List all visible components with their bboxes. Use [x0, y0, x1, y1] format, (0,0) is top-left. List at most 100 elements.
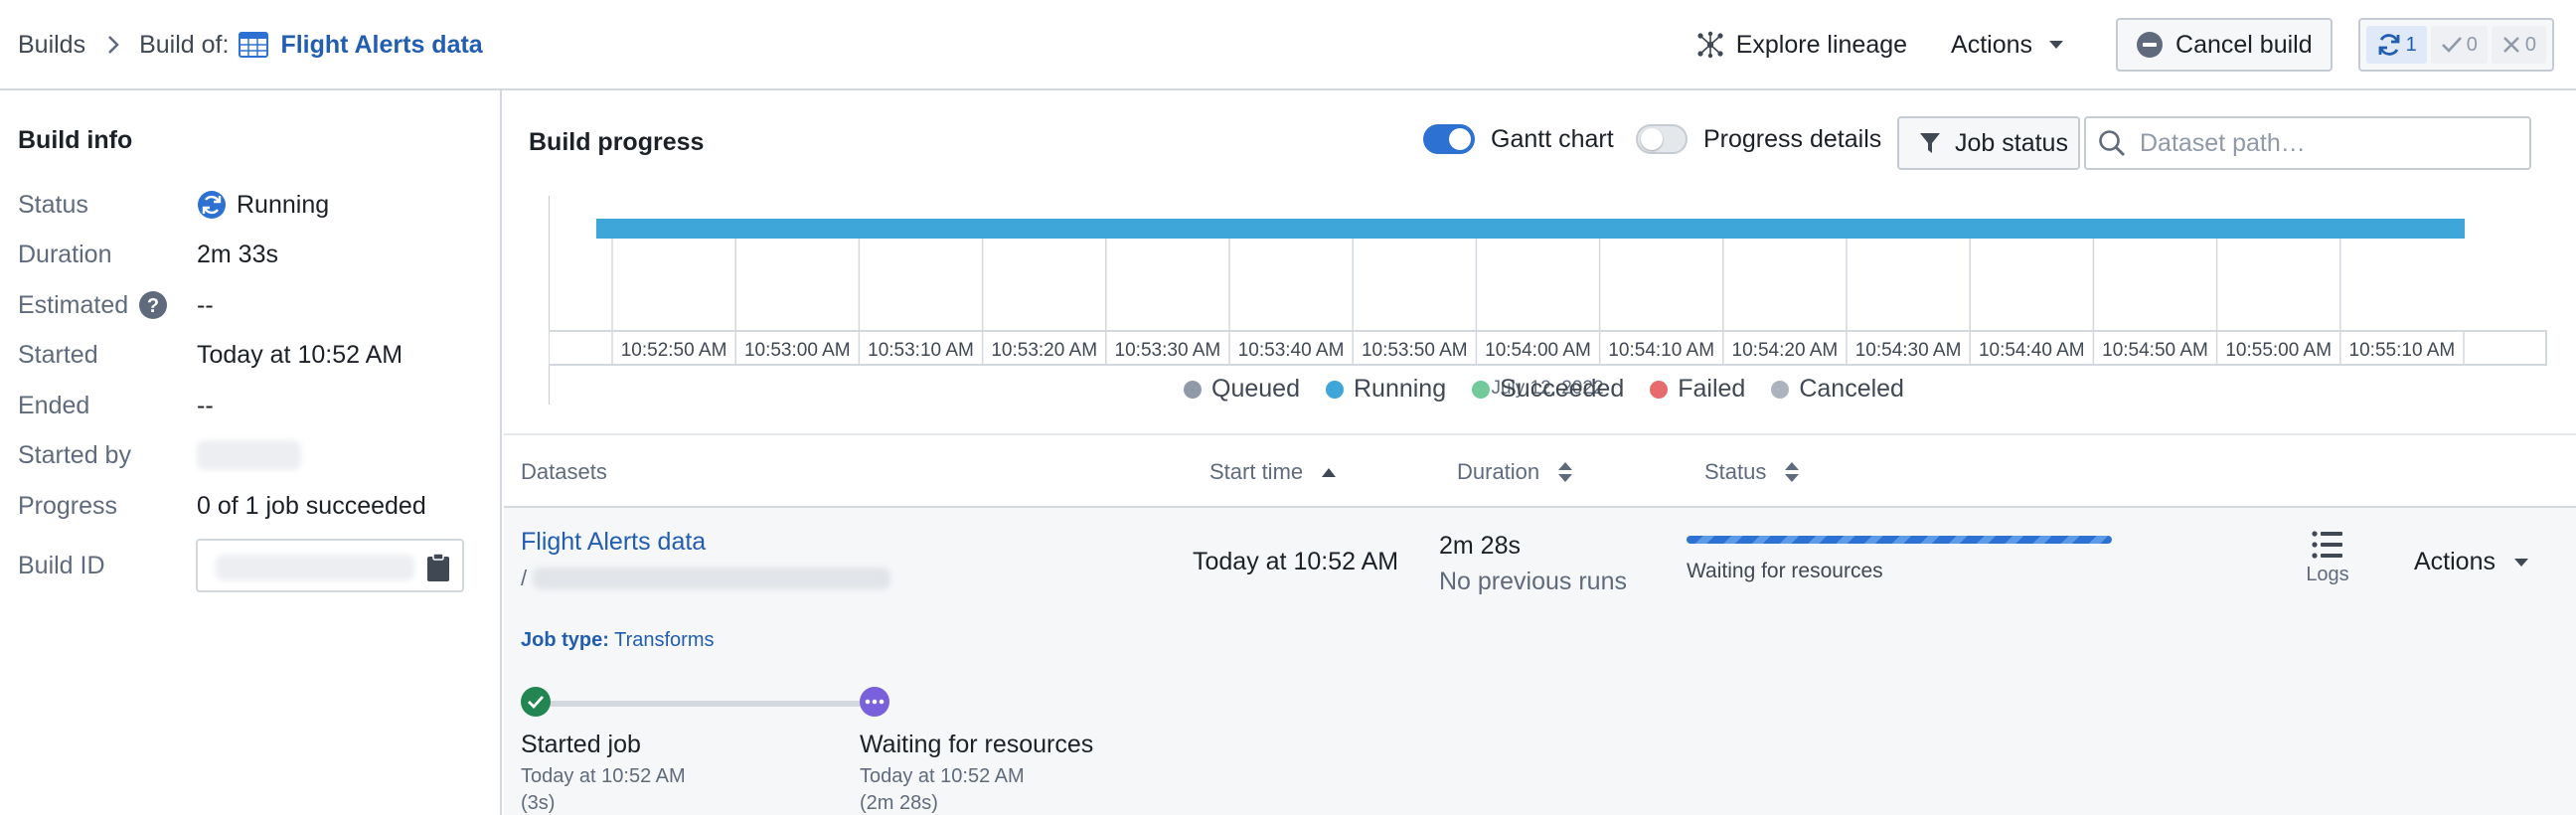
- x-icon: [2501, 35, 2525, 55]
- explore-lineage-label: Explore lineage: [1735, 30, 1908, 59]
- info-key: Duration: [18, 240, 112, 268]
- duration-value: 2m 33s: [197, 240, 278, 268]
- legend-label: Succeeded: [1500, 375, 1625, 403]
- chevron-right-icon: [107, 35, 119, 55]
- gantt-chart-toggle[interactable]: Gantt chart: [1423, 124, 1614, 154]
- legend-item-failed: Failed: [1650, 375, 1745, 404]
- gantt-switch[interactable]: [1423, 124, 1475, 154]
- dataset-table-icon: [239, 32, 269, 58]
- info-key: Ended: [18, 391, 90, 419]
- info-row-started: Started Today at 10:52 AM: [18, 338, 402, 372]
- ended-value: --: [197, 391, 214, 419]
- breadcrumb-dataset-link[interactable]: Flight Alerts data: [280, 31, 482, 60]
- search-input[interactable]: [2140, 128, 2517, 158]
- path-prefix: /: [521, 566, 528, 590]
- gantt-tick-label: 10:53:10 AM: [868, 340, 974, 361]
- gantt-tick-label: 10:52:50 AM: [621, 340, 727, 361]
- start-time-header-label: Start time: [1209, 459, 1304, 484]
- step-time: Today at 10:52 AM: [521, 765, 686, 787]
- legend-label: Running: [1353, 375, 1447, 403]
- check-circle-icon: [521, 687, 551, 717]
- succeeded-count-badge[interactable]: 0: [2430, 26, 2488, 64]
- gantt-job-bar: [596, 219, 2465, 239]
- dataset-path: /: [521, 566, 891, 591]
- status-header-label: Status: [1704, 459, 1767, 484]
- cancel-build-button[interactable]: Cancel build: [2116, 18, 2333, 72]
- legend-item-succeeded: Succeeded: [1472, 375, 1624, 404]
- info-row-ended: Ended --: [18, 389, 214, 422]
- col-header-datasets: Datasets: [521, 459, 607, 485]
- failed-count: 0: [2524, 33, 2536, 56]
- step-elapsed: (2m 28s): [860, 792, 938, 814]
- dataset-link[interactable]: Flight Alerts data: [521, 528, 706, 557]
- info-row-progress: Progress 0 of 1 job succeeded: [18, 489, 426, 523]
- caret-down-icon: [2048, 40, 2076, 50]
- legend-item-queued: Queued: [1184, 375, 1300, 404]
- legend-label: Canceled: [1799, 375, 1904, 403]
- legend-label: Failed: [1678, 375, 1746, 403]
- info-key: Estimated: [18, 290, 129, 319]
- gantt-tick-label: 10:54:20 AM: [1732, 340, 1839, 361]
- gantt-legend: Queued Running Succeeded Failed Canceled: [504, 375, 2576, 404]
- gantt-tick-label: 10:53:20 AM: [991, 340, 1097, 361]
- explore-lineage-button[interactable]: Explore lineage: [1679, 18, 1925, 72]
- gantt-tick-label: 10:54:00 AM: [1485, 340, 1591, 361]
- duration-cell: 2m 28s No previous runs: [1439, 528, 1627, 599]
- step-time: Today at 10:52 AM: [860, 765, 1025, 787]
- legend-dot: [1771, 380, 1790, 399]
- info-row-build-id: Build ID: [18, 549, 197, 582]
- col-header-start-time[interactable]: Start time: [1209, 459, 1337, 485]
- dataset-path-search[interactable]: [2084, 116, 2531, 170]
- help-icon[interactable]: ?: [138, 290, 168, 320]
- caret-down-icon: [2496, 558, 2529, 568]
- progress-details-toggle[interactable]: Progress details: [1636, 124, 1881, 154]
- timeline-step-started: Started job Today at 10:52 AM (3s): [521, 731, 686, 815]
- job-type-value: Transforms: [614, 629, 715, 651]
- build-of-label: Build of:: [139, 30, 230, 59]
- gantt-tick-label: 10:53:40 AM: [1238, 340, 1345, 361]
- running-count-badge[interactable]: 1: [2365, 26, 2427, 64]
- datasets-header-label: Datasets: [521, 459, 607, 484]
- build-id-field[interactable]: [196, 539, 464, 592]
- info-key: Progress: [18, 491, 118, 520]
- table-header: Datasets Start time Duration Status: [504, 433, 2576, 508]
- job-status-filter-button[interactable]: Job status: [1897, 116, 2080, 170]
- legend-label: Queued: [1211, 375, 1300, 403]
- legend-item-running: Running: [1325, 375, 1447, 404]
- failed-count-badge[interactable]: 0: [2491, 26, 2546, 64]
- job-type: Job type: Transforms: [521, 629, 715, 652]
- info-row-status: Status Running: [18, 188, 329, 222]
- gantt-chart: 10:52:50 AM 10:53:00 AM 10:53:10 AM 10:53:2…: [549, 196, 2547, 405]
- info-key: Started: [18, 340, 98, 369]
- cancel-circle-icon: [2136, 31, 2175, 59]
- build-info-panel: Build info Status Running Duration 2m 33…: [0, 90, 502, 815]
- table-row: Flight Alerts data / Today at 10:52 AM 2…: [504, 508, 2576, 815]
- info-row-duration: Duration 2m 33s: [18, 238, 278, 271]
- row-actions-label: Actions: [2414, 548, 2496, 575]
- logs-button[interactable]: Logs: [2293, 530, 2362, 586]
- refresh-icon: [2376, 32, 2406, 58]
- step-title: Started job: [521, 731, 641, 758]
- build-info-title: Build info: [18, 126, 133, 154]
- actions-label: Actions: [1951, 30, 2033, 59]
- gantt-tick-label: 10:54:50 AM: [2102, 340, 2208, 361]
- row-actions-button[interactable]: Actions: [2414, 548, 2529, 576]
- status-progress-bar: [1687, 536, 2112, 544]
- redacted-build-id: [216, 555, 414, 580]
- actions-menu-button[interactable]: Actions: [1933, 18, 2094, 72]
- step-title: Waiting for resources: [860, 731, 1094, 758]
- breadcrumb: Builds Build of: Flight Alerts data: [18, 28, 483, 62]
- sort-both-icon: [1766, 460, 1800, 484]
- cancel-build-label: Cancel build: [2175, 30, 2313, 59]
- filter-icon: [1919, 131, 1955, 155]
- breadcrumb-builds-link[interactable]: Builds: [18, 31, 85, 60]
- progress-details-label: Progress details: [1703, 124, 1882, 153]
- col-header-duration[interactable]: Duration: [1457, 459, 1573, 485]
- gantt-tick-label: 10:53:30 AM: [1115, 340, 1221, 361]
- progress-details-switch[interactable]: [1636, 124, 1688, 154]
- clipboard-icon[interactable]: [426, 553, 450, 587]
- duration-note: No previous runs: [1439, 568, 1627, 595]
- col-header-status[interactable]: Status: [1704, 459, 1800, 485]
- running-status-icon: [197, 190, 227, 220]
- gantt-toggle-label: Gantt chart: [1491, 124, 1614, 153]
